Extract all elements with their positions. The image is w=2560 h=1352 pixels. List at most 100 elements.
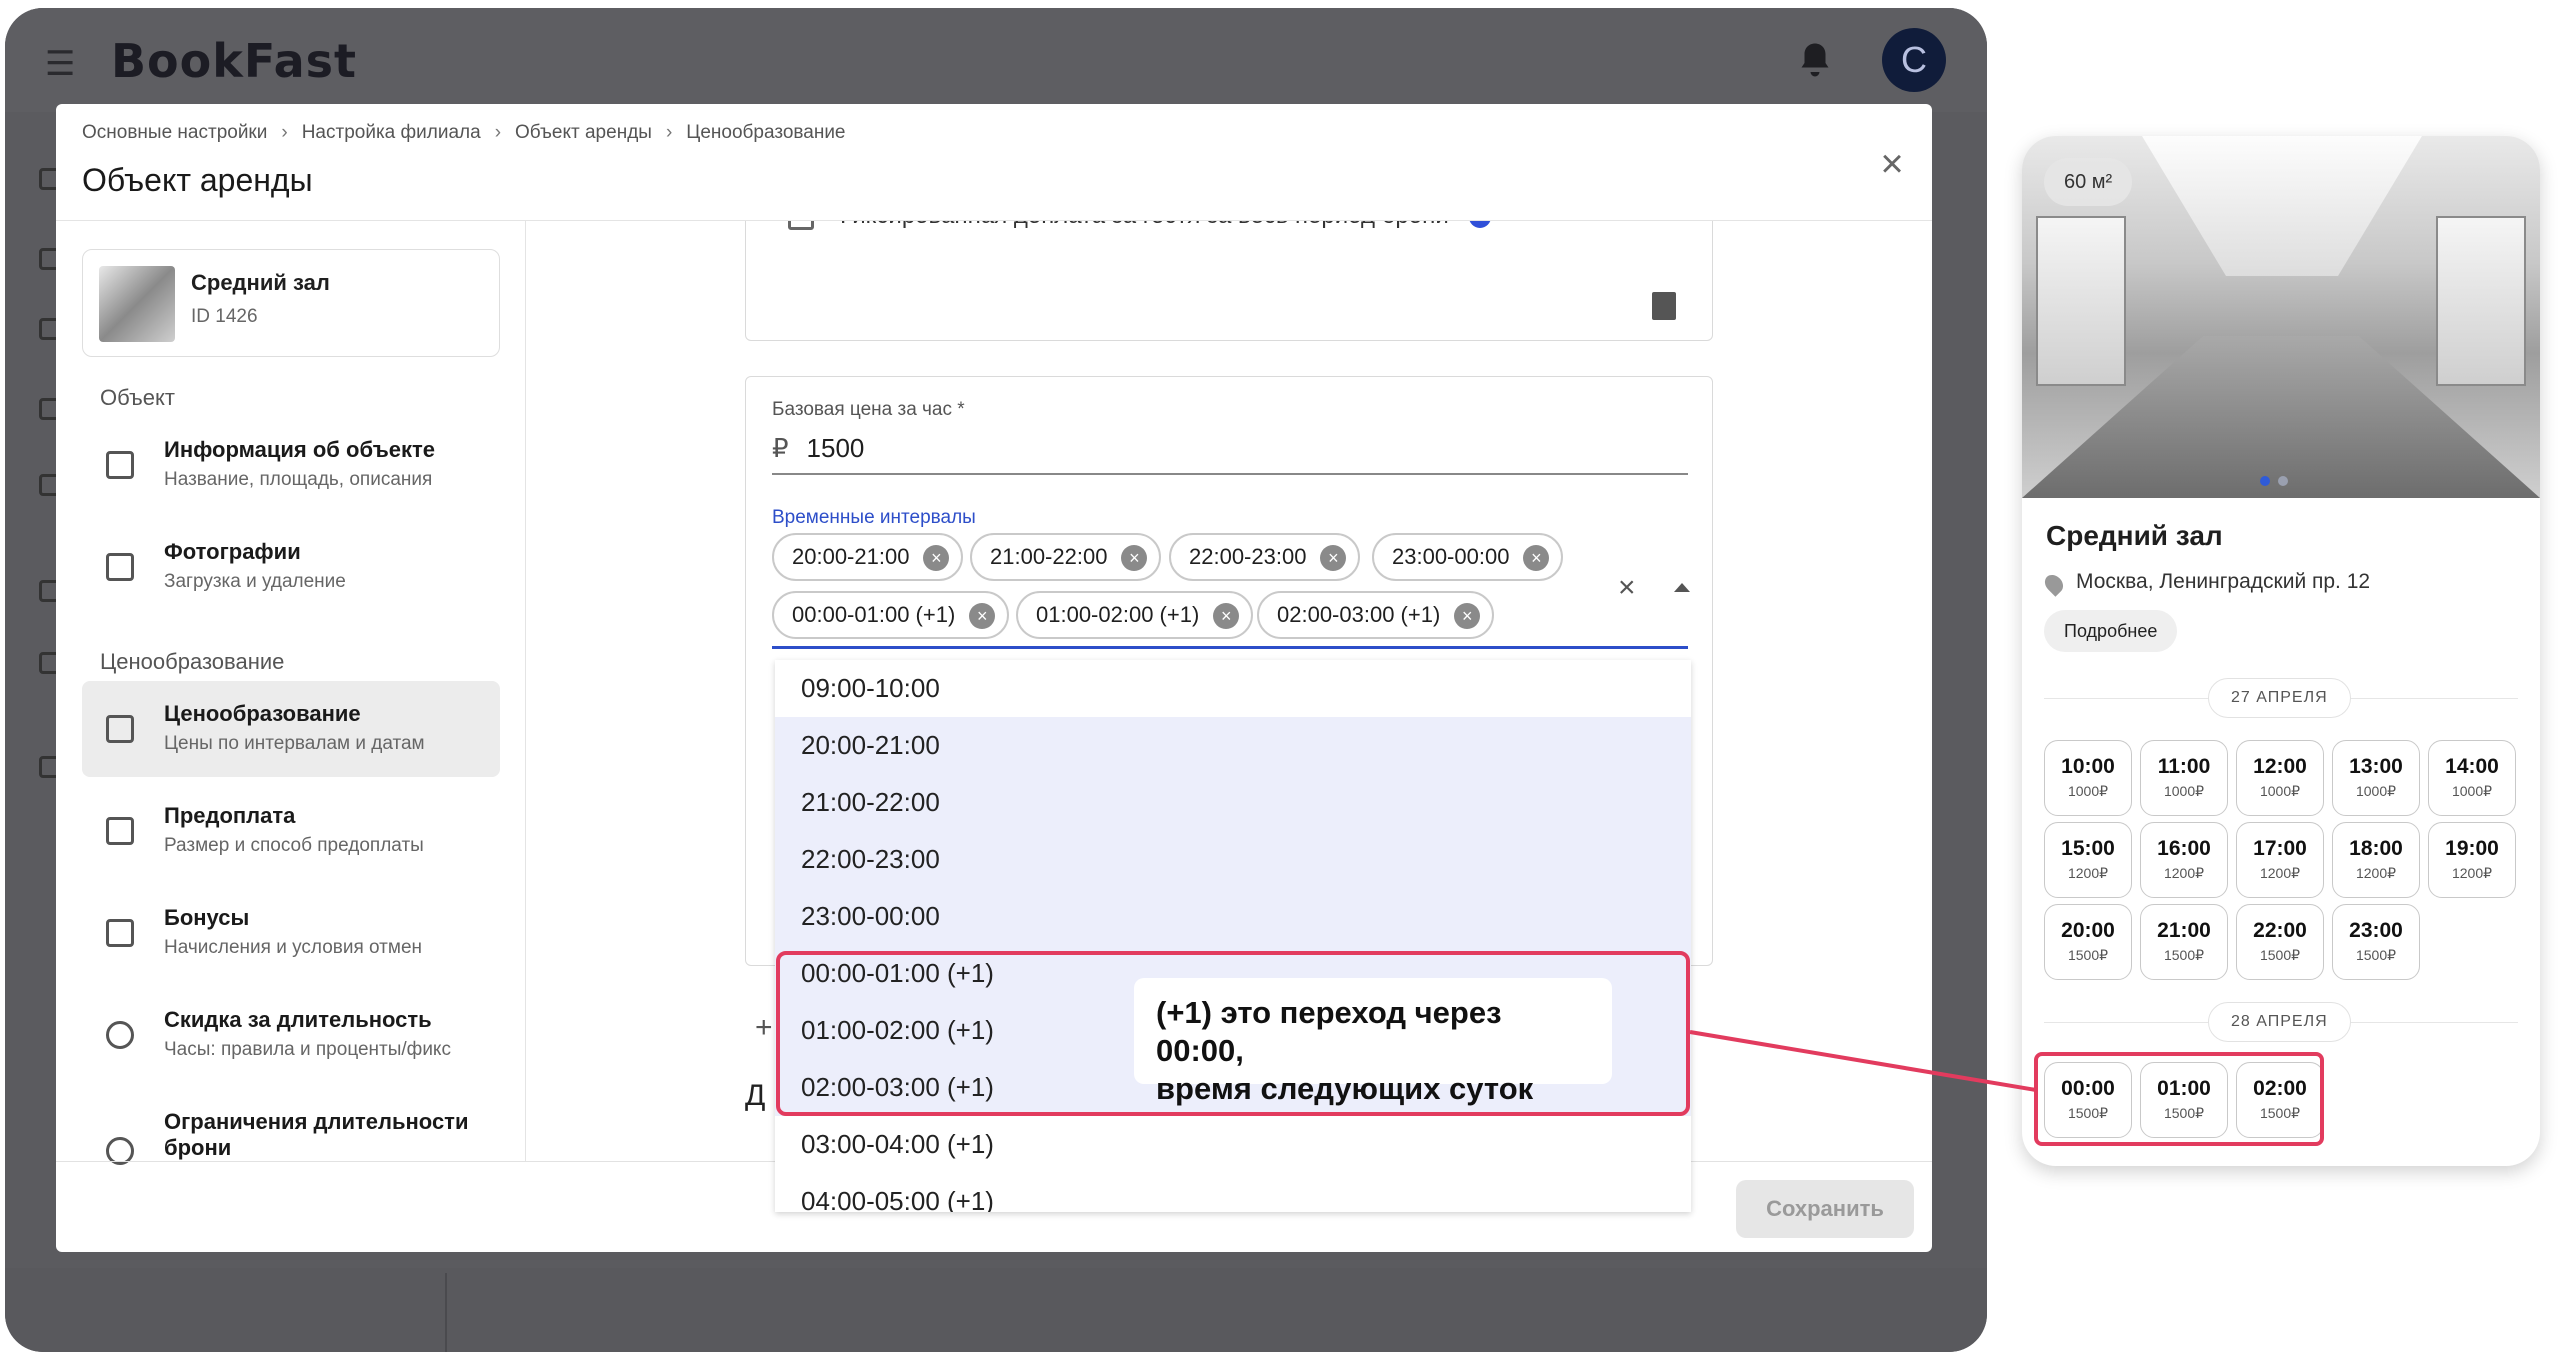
time-slot[interactable]: 21:00 1500₽: [2140, 904, 2228, 980]
time-slot[interactable]: 17:00 1200₽: [2236, 822, 2324, 898]
interval-chip[interactable]: 22:00-23:00 ×: [1169, 533, 1361, 581]
chip-label: 01:00-02:00 (+1): [1036, 602, 1200, 627]
time-slot[interactable]: 12:00 1000₽: [2236, 740, 2324, 816]
slot-time: 14:00: [2445, 755, 2499, 778]
dropdown-option[interactable]: 04:00-05:00 (+1): [775, 1173, 1691, 1212]
price-tag-icon: [106, 715, 134, 743]
remove-chip-icon[interactable]: ×: [923, 545, 950, 571]
sidebar-item-info[interactable]: Информация об объекте Название, площадь,…: [82, 417, 500, 513]
dropdown-option[interactable]: 03:00-04:00 (+1): [775, 1116, 1691, 1173]
chip-label: 20:00-21:00: [792, 544, 910, 569]
chevron-right-icon: ›: [665, 122, 673, 143]
base-price-input[interactable]: ₽1500: [772, 433, 1688, 475]
sidebar-item-prepayment[interactable]: Предоплата Размер и способ предоплаты: [82, 783, 500, 879]
time-slot[interactable]: 11:00 1000₽: [2140, 740, 2228, 816]
sidebar-item-sub: Начисления и условия отмен: [164, 937, 423, 958]
slot-price: 1500₽: [2067, 947, 2109, 963]
dropdown-option[interactable]: 23:00-00:00: [775, 888, 1691, 945]
sidebar-item-photos[interactable]: Фотографии Загрузка и удаление: [82, 519, 500, 615]
sidebar-item-pricing[interactable]: Ценообразование Цены по интервалам и дат…: [82, 681, 500, 777]
object-thumbnail: [99, 266, 175, 342]
carousel-dot[interactable]: [2260, 476, 2270, 486]
section-heading: Д: [745, 1079, 766, 1112]
slot-time: 11:00: [2157, 755, 2211, 778]
remove-chip-icon[interactable]: ×: [1121, 545, 1148, 571]
sidebar-item-bonuses[interactable]: Бонусы Начисления и условия отмен: [82, 885, 500, 981]
intervals-select[interactable]: 20:00-21:00 × 21:00-22:00 × 22:00-23:00 × 2…: [772, 533, 1690, 649]
slot-time: 21:00: [2157, 919, 2211, 942]
sidebar-item-label: Информация об объекте: [164, 437, 436, 462]
interval-chip[interactable]: 01:00-02:00 (+1) ×: [1016, 591, 1254, 639]
phone-slots-highlight: [2034, 1052, 2324, 1146]
sidebar-item-duration-discount[interactable]: Скидка за длительность Часы: правила и п…: [82, 987, 500, 1083]
time-slot[interactable]: 20:00 1500₽: [2044, 904, 2132, 980]
annotation-line: время следующих суток: [1156, 1071, 1534, 1106]
dropdown-option[interactable]: 21:00-22:00: [775, 774, 1691, 831]
carousel-dot[interactable]: [2278, 476, 2288, 486]
object-name: Средний зал: [191, 270, 330, 295]
interval-chip[interactable]: 02:00-03:00 (+1) ×: [1257, 591, 1495, 639]
breadcrumb-item[interactable]: Настройка филиала: [302, 122, 481, 144]
hall-photo: 60 м²: [2022, 136, 2540, 498]
add-icon[interactable]: +: [755, 1011, 773, 1045]
menu-collapse-icon[interactable]: ☰: [45, 44, 75, 84]
cash-icon: [106, 817, 134, 845]
interval-chip[interactable]: 00:00-01:00 (+1) ×: [772, 591, 1010, 639]
time-slot[interactable]: 13:00 1000₽: [2332, 740, 2420, 816]
chevron-up-icon[interactable]: [1674, 583, 1690, 592]
breadcrumb-item[interactable]: Основные настройки: [82, 122, 267, 144]
carousel-dots[interactable]: [2260, 476, 2288, 486]
remove-chip-icon[interactable]: ×: [1320, 545, 1347, 571]
info-icon[interactable]: [1468, 221, 1491, 228]
slot-price: 1000₽: [2163, 783, 2205, 799]
slot-price: 1500₽: [2259, 947, 2301, 963]
time-slot[interactable]: 14:00 1000₽: [2428, 740, 2516, 816]
sidebar-item-sub: Цены по интервалам и датам: [164, 733, 425, 754]
fixed-fee-checkbox[interactable]: [788, 221, 814, 230]
sidebar-item-duration-limits[interactable]: Ограничения длительности брони: [82, 1089, 500, 1185]
annotation-line: (+1) это переход через 00:00,: [1156, 995, 1502, 1068]
interval-chip[interactable]: 23:00-00:00 ×: [1372, 533, 1564, 581]
photo-icon: [106, 553, 134, 581]
interval-chip[interactable]: 21:00-22:00 ×: [970, 533, 1162, 581]
time-slot[interactable]: 10:00 1000₽: [2044, 740, 2132, 816]
ruble-icon: ₽: [772, 433, 789, 463]
photo-window: [2436, 216, 2526, 386]
time-slot[interactable]: 15:00 1200₽: [2044, 822, 2132, 898]
user-avatar[interactable]: C: [1882, 28, 1946, 92]
remove-chip-icon[interactable]: ×: [1454, 603, 1481, 629]
slot-time: 17:00: [2253, 837, 2307, 860]
time-slot[interactable]: 18:00 1200₽: [2332, 822, 2420, 898]
sidebar-item-sub: Часы: правила и проценты/фикс: [164, 1039, 451, 1060]
save-button[interactable]: Сохранить: [1736, 1180, 1914, 1238]
more-button[interactable]: Подробнее: [2044, 610, 2178, 652]
sidebar-item-label: Фотографии: [164, 539, 301, 564]
slot-time: 20:00: [2061, 919, 2115, 942]
delete-icon[interactable]: [1652, 292, 1676, 320]
breadcrumb-item[interactable]: Объект аренды: [515, 122, 652, 144]
dropdown-option[interactable]: 09:00-10:00: [775, 660, 1691, 717]
dropdown-option[interactable]: 20:00-21:00: [775, 717, 1691, 774]
object-card[interactable]: Средний зал ID 1426: [82, 249, 500, 357]
sidebar-item-sub: Размер и способ предоплаты: [164, 835, 424, 856]
close-icon[interactable]: ×: [1872, 144, 1912, 184]
chip-label: 00:00-01:00 (+1): [792, 602, 956, 627]
time-slot[interactable]: 22:00 1500₽: [2236, 904, 2324, 980]
sidebar-item-label: Ценообразование: [164, 701, 361, 726]
time-slot[interactable]: 19:00 1200₽: [2428, 822, 2516, 898]
remove-chip-icon[interactable]: ×: [1523, 545, 1550, 571]
time-slot[interactable]: 23:00 1500₽: [2332, 904, 2420, 980]
remove-chip-icon[interactable]: ×: [969, 603, 996, 629]
photo-window: [2036, 216, 2126, 386]
time-slot[interactable]: 16:00 1200₽: [2140, 822, 2228, 898]
slot-time: 18:00: [2349, 837, 2403, 860]
notification-bell-icon[interactable]: [1797, 40, 1833, 80]
remove-chip-icon[interactable]: ×: [1213, 603, 1240, 629]
interval-chip[interactable]: 20:00-21:00 ×: [772, 533, 964, 581]
slot-time: 22:00: [2253, 919, 2307, 942]
dropdown-option[interactable]: 22:00-23:00: [775, 831, 1691, 888]
sidebar-item-label: Скидка за длительность: [164, 1007, 432, 1032]
clear-icon[interactable]: ×: [1618, 571, 1636, 605]
slot-time: 13:00: [2349, 755, 2403, 778]
date-label: 28 АПРЕЛЯ: [2208, 1002, 2351, 1042]
